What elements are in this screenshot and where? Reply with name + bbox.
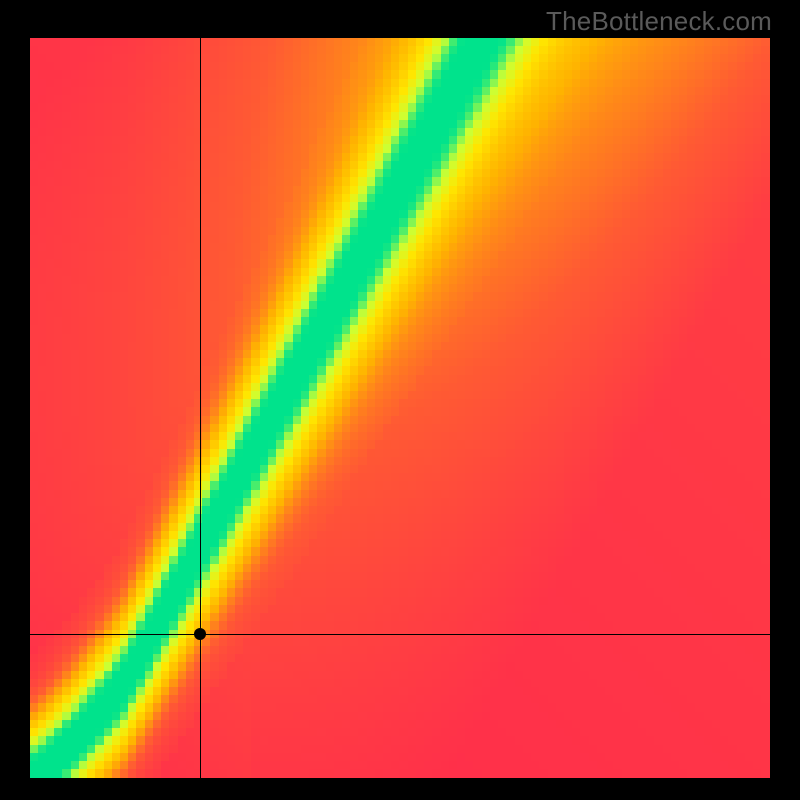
plot-area xyxy=(30,38,770,778)
crosshair-horizontal xyxy=(30,634,770,635)
watermark-text: TheBottleneck.com xyxy=(546,6,772,37)
heatmap-canvas xyxy=(30,38,770,778)
crosshair-vertical xyxy=(200,38,201,778)
marker-point xyxy=(194,628,206,640)
chart-frame: TheBottleneck.com xyxy=(0,0,800,800)
